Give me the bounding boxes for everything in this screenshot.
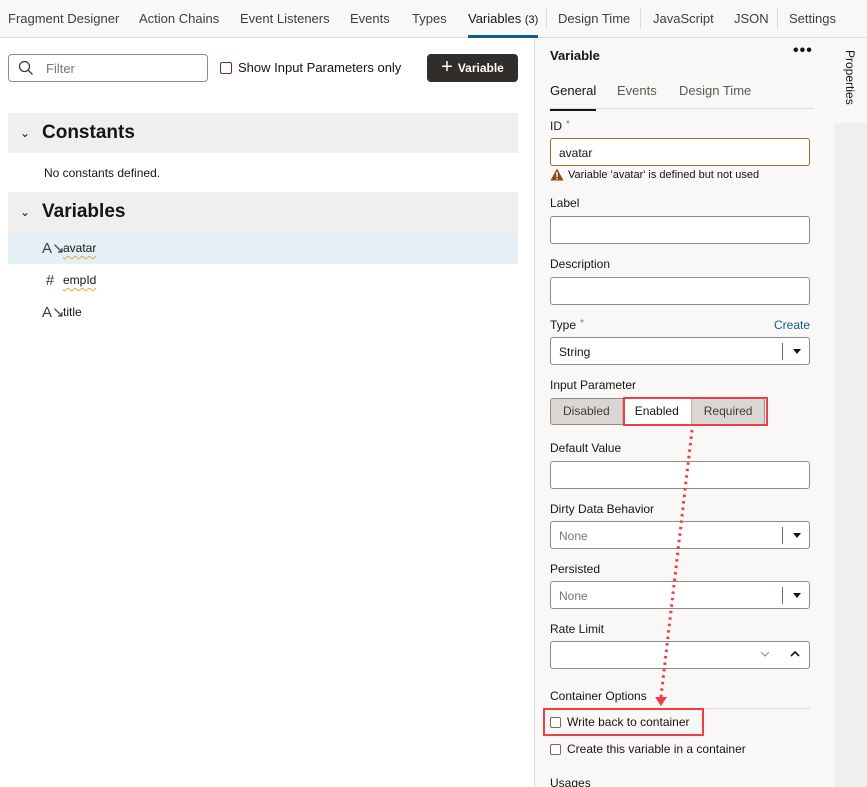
variables-list-panel: Filter Show Input Parameters only + Vari…: [0, 38, 534, 787]
search-icon: [18, 60, 33, 75]
type-label-text: Type: [550, 318, 577, 332]
warning-icon: [550, 168, 564, 181]
properties-title: Variable: [550, 48, 600, 63]
variable-row-title[interactable]: A↘ title: [8, 296, 518, 328]
tab-event-listeners[interactable]: Event Listeners: [240, 0, 330, 37]
more-options-icon[interactable]: •••: [793, 42, 813, 60]
tab-javascript[interactable]: JavaScript: [653, 0, 714, 37]
string-type-icon: A↘: [42, 240, 65, 257]
variable-name: title: [63, 305, 82, 319]
label-input[interactable]: [550, 216, 810, 244]
subtab-general[interactable]: General: [550, 83, 597, 111]
caret-down-icon[interactable]: [793, 533, 801, 538]
variables-section-header[interactable]: ⌄ Variables: [8, 192, 518, 232]
string-type-icon: A↘: [42, 304, 65, 321]
persisted-select[interactable]: None: [550, 581, 810, 609]
tab-fragment-designer[interactable]: Fragment Designer: [8, 0, 119, 37]
default-value-input[interactable]: [550, 461, 810, 489]
tab-settings[interactable]: Settings: [789, 0, 836, 37]
create-in-container-label: Create this variable in a container: [567, 742, 746, 756]
variables-title: Variables: [42, 201, 126, 222]
usages-label: Usages: [550, 776, 591, 787]
dropdown-separator: [782, 587, 783, 604]
id-value: avatar: [559, 146, 593, 160]
tab-separator: [777, 8, 778, 29]
tab-variables-count: (3): [524, 14, 539, 26]
caret-down-icon[interactable]: [793, 349, 801, 354]
tab-events[interactable]: Events: [350, 0, 390, 37]
filter-input[interactable]: Filter: [8, 54, 208, 82]
tab-separator: [640, 8, 641, 29]
variable-row-avatar[interactable]: A↘ avatar: [8, 232, 518, 264]
checkbox-box[interactable]: [220, 61, 232, 74]
highlight-write-back: [543, 708, 704, 736]
highlight-enabled-required: [623, 397, 768, 426]
chevron-up-icon[interactable]: [789, 648, 801, 660]
dirty-data-select[interactable]: None: [550, 521, 810, 549]
show-input-params-checkbox[interactable]: Show Input Parameters only: [220, 60, 401, 75]
warning-text: Variable 'avatar' is defined but not use…: [568, 168, 760, 181]
variable-row-empid[interactable]: # empId: [8, 264, 518, 296]
constants-section-header[interactable]: ⌄ Constants: [8, 113, 518, 153]
tab-json[interactable]: JSON: [734, 0, 769, 37]
id-input[interactable]: avatar: [550, 138, 810, 166]
dirty-data-label: Dirty Data Behavior: [550, 502, 655, 516]
type-select[interactable]: String: [550, 337, 810, 365]
id-label-text: ID: [550, 119, 562, 133]
tab-action-chains[interactable]: Action Chains: [139, 0, 219, 37]
chevron-down-icon: ⌄: [19, 126, 31, 140]
rate-limit-input[interactable]: [550, 641, 810, 669]
properties-tabs: General Events Design Time: [550, 78, 814, 111]
create-in-container-checkbox[interactable]: Create this variable in a container: [550, 742, 746, 756]
description-input[interactable]: [550, 277, 810, 305]
persisted-label: Persisted: [550, 562, 601, 576]
constants-empty-message: No constants defined.: [44, 166, 161, 180]
tab-variables[interactable]: Variables (3): [468, 0, 539, 38]
caret-down-icon[interactable]: [793, 593, 801, 598]
tab-variables-label: Variables: [468, 11, 522, 26]
dropdown-separator: [782, 343, 783, 360]
properties-rail-tab[interactable]: Properties: [834, 38, 867, 123]
required-mark: *: [580, 318, 584, 329]
number-type-icon: #: [45, 271, 55, 289]
subtab-design-time[interactable]: Design Time: [679, 83, 751, 98]
input-param-disabled[interactable]: Disabled: [551, 399, 623, 424]
properties-rail-label: Properties: [843, 50, 857, 105]
required-mark: *: [566, 119, 570, 130]
default-value-label: Default Value: [550, 441, 622, 455]
type-value: String: [559, 345, 591, 359]
checkbox-box[interactable]: [550, 743, 561, 755]
tab-bar: Fragment Designer Action Chains Event Li…: [0, 0, 867, 38]
tab-separator: [546, 8, 547, 29]
persisted-value: None: [559, 589, 588, 603]
dirty-data-value: None: [559, 529, 588, 543]
show-input-params-label: Show Input Parameters only: [238, 60, 402, 75]
variable-name: avatar: [63, 241, 97, 255]
rate-limit-label: Rate Limit: [550, 622, 605, 636]
label-label: Label: [550, 196, 580, 210]
dropdown-separator: [782, 527, 783, 544]
container-options-label: Container Options: [550, 689, 647, 703]
side-rail: Properties: [834, 38, 867, 787]
tab-design-time[interactable]: Design Time: [558, 0, 630, 37]
add-variable-label: Variable: [457, 61, 504, 75]
chevron-down-icon[interactable]: [759, 648, 771, 660]
chevron-down-icon: ⌄: [19, 205, 31, 219]
input-parameter-label: Input Parameter: [550, 378, 637, 392]
tab-types[interactable]: Types: [412, 0, 447, 37]
variable-name: empId: [63, 273, 97, 287]
add-variable-button[interactable]: + Variable: [427, 54, 518, 82]
type-label: Type *: [550, 318, 584, 332]
create-type-link[interactable]: Create: [774, 318, 810, 332]
description-label: Description: [550, 257, 611, 271]
subtab-events[interactable]: Events: [617, 83, 657, 98]
filter-placeholder: Filter: [46, 61, 75, 76]
plus-icon: +: [441, 56, 453, 78]
id-warning: Variable 'avatar' is defined but not use…: [550, 168, 759, 181]
constants-title: Constants: [42, 122, 135, 143]
id-label: ID *: [550, 119, 570, 133]
